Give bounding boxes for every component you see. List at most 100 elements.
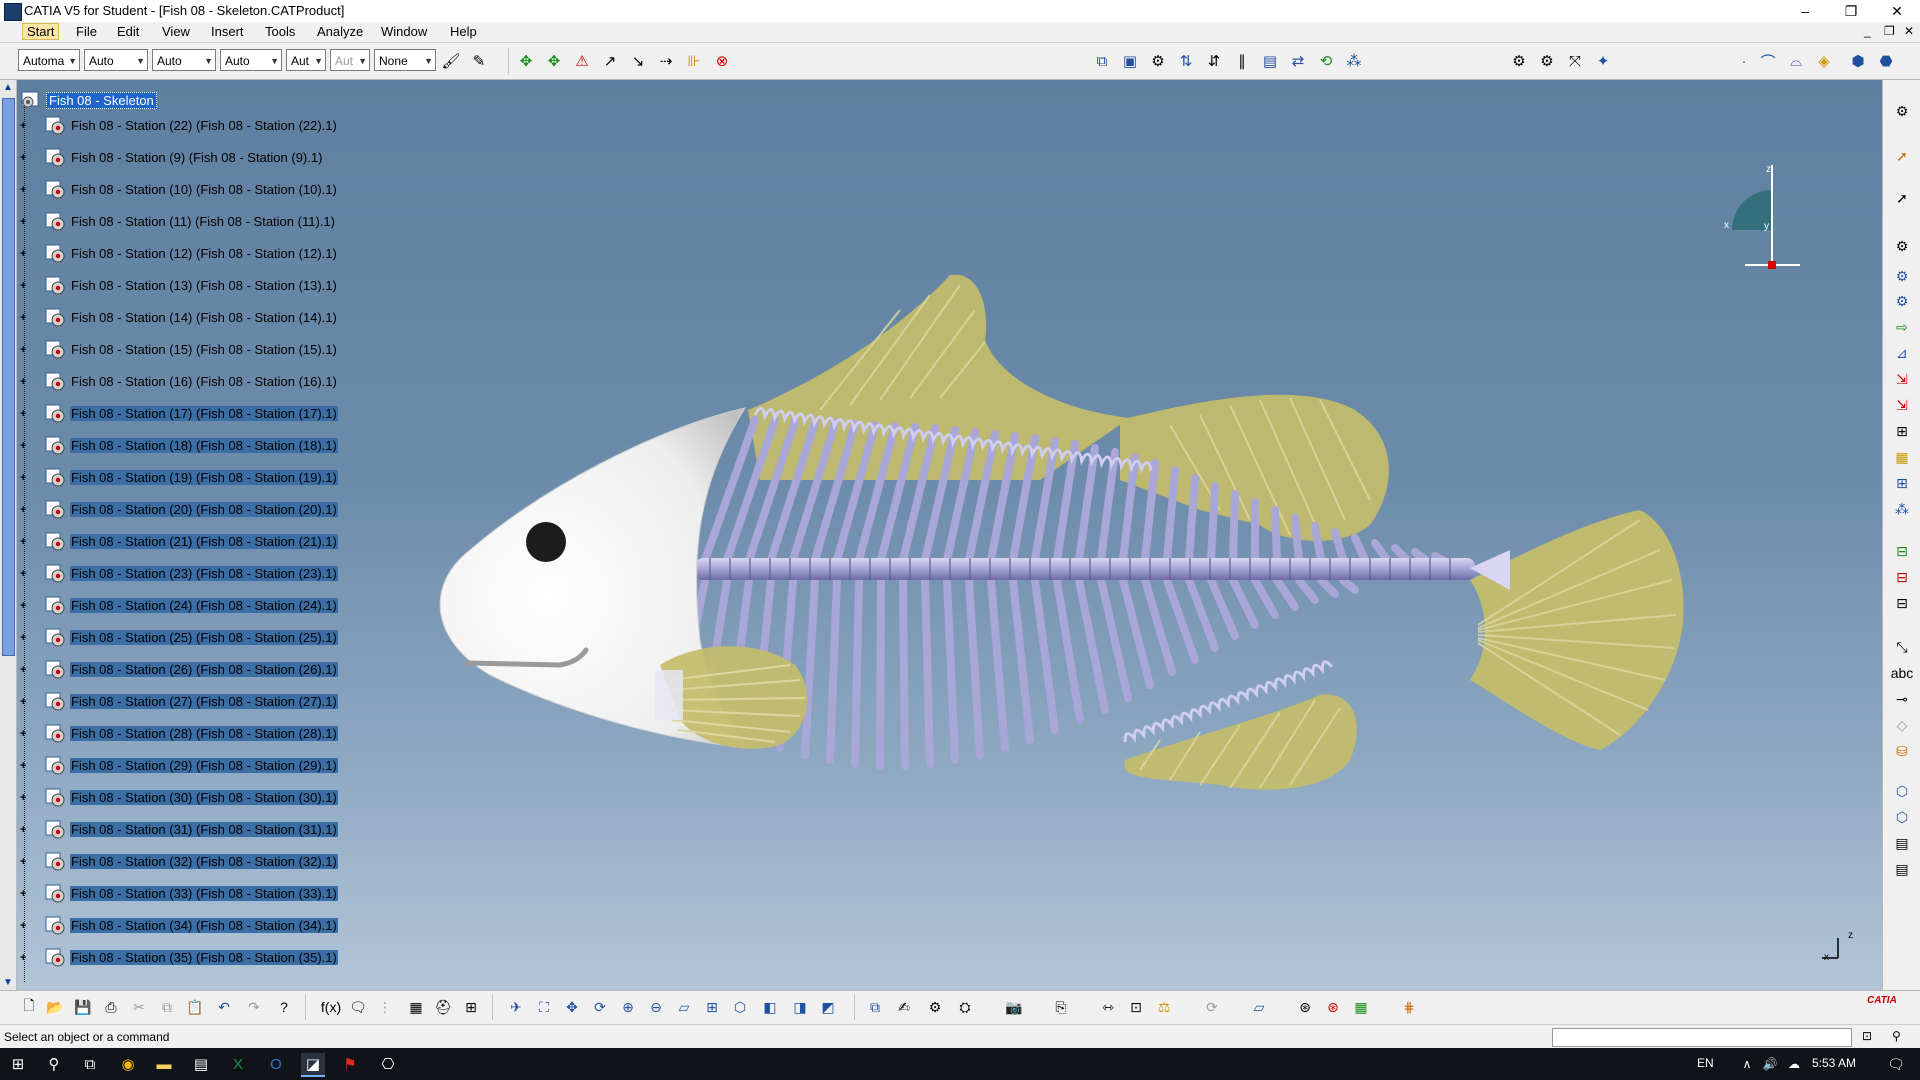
menu-edit[interactable]: Edit (113, 24, 143, 39)
update-icon[interactable]: ⊗ (711, 50, 733, 72)
save-icon[interactable]: 💾 (72, 996, 94, 1018)
sticky-notes-icon[interactable]: ▤ (189, 1053, 213, 1075)
flexible-subassembly-icon[interactable]: ▦ (1891, 446, 1913, 468)
new-file-icon[interactable]: 🗋 (18, 996, 40, 1018)
line-thickness-combo[interactable]: Auto ▼ (152, 49, 216, 71)
expand-icon[interactable]: + (20, 665, 29, 676)
expand-icon[interactable]: + (20, 217, 29, 228)
tree-item-label[interactable]: Fish 08 - Station (14) (Fish 08 - Statio… (70, 310, 338, 325)
explode-icon[interactable]: ⚠ (571, 50, 593, 72)
expand-icon[interactable]: + (20, 601, 29, 612)
tree-item-label[interactable]: Fish 08 - Station (9) (Fish 08 - Station… (70, 150, 323, 165)
menu-insert[interactable]: Insert (207, 24, 248, 39)
change-constraint-icon[interactable]: ⊞ (1891, 472, 1913, 494)
zoom-out-icon[interactable]: ⊖ (645, 996, 667, 1018)
fly-mode-icon[interactable]: ✈ (505, 996, 527, 1018)
tree-item-label[interactable]: Fish 08 - Station (21) (Fish 08 - Statio… (70, 534, 338, 549)
search-icon[interactable]: ⚲ (42, 1053, 66, 1075)
hide-show-icon[interactable]: ◨ (789, 996, 811, 1018)
cut-icon[interactable]: ✂ (128, 996, 150, 1018)
shading-icon[interactable]: ◧ (759, 996, 781, 1018)
compute-clash-icon[interactable]: ⎘ (1050, 996, 1072, 1018)
power-input-search-icon[interactable]: ⚲ (1892, 1029, 1901, 1043)
whats-this-icon[interactable]: ? (273, 996, 295, 1018)
expand-icon[interactable]: + (20, 729, 29, 740)
document-icon[interactable]: ▤ (1891, 858, 1913, 880)
tree-item-label[interactable]: Fish 08 - Station (29) (Fish 08 - Statio… (70, 758, 338, 773)
rendering-style-combo[interactable]: Aut ▼ (330, 49, 370, 71)
table-icon[interactable]: ▦ (405, 996, 427, 1018)
scroll-down-arrow-icon[interactable]: ▼ (3, 977, 13, 988)
expand-icon[interactable]: + (20, 185, 29, 196)
tree-item-label[interactable]: Fish 08 - Station (11) (Fish 08 - Statio… (70, 214, 336, 229)
menu-analyze[interactable]: Analyze (313, 24, 367, 39)
expand-icon[interactable]: + (20, 473, 29, 484)
normal-view-icon[interactable]: ⏥ (673, 996, 695, 1018)
catalog-browser-icon[interactable]: ⛑ (432, 996, 454, 1018)
scenes-icon[interactable]: ⛁ (1891, 740, 1913, 762)
offset-icon[interactable]: ⇨ (1891, 316, 1913, 338)
expand-icon[interactable]: + (20, 825, 29, 836)
flag-note-icon[interactable]: ⊸ (1891, 688, 1913, 710)
expand-icon[interactable]: + (20, 377, 29, 388)
update-all-icon[interactable]: ⟳ (1201, 996, 1223, 1018)
menu-window[interactable]: Window (377, 24, 431, 39)
gamepad-icon[interactable]: ⎔ (376, 1053, 400, 1075)
new-product-icon[interactable]: ▣ (1119, 50, 1141, 72)
file-explorer-icon[interactable]: ▬ (152, 1053, 176, 1075)
hole-icon[interactable]: ⊟ (1891, 566, 1913, 588)
fix-together-icon[interactable]: ⇲ (1891, 394, 1913, 416)
axis-system-icon[interactable]: ⊛ (1294, 996, 1316, 1018)
select-cursor-icon[interactable]: ➚ (1891, 145, 1913, 167)
macro-icon[interactable]: ⋮ (374, 996, 396, 1018)
weld-icon[interactable]: ◇ (1891, 714, 1913, 736)
painter-icon[interactable]: 🖌 (440, 50, 462, 72)
expand-icon[interactable]: + (20, 857, 29, 868)
tree-item-label[interactable]: Fish 08 - Station (32) (Fish 08 - Statio… (70, 854, 338, 869)
clash-icon[interactable]: ⚙ (1536, 50, 1558, 72)
surface-icon[interactable]: ⌓ (1785, 50, 1807, 72)
tree-item-label[interactable]: Fish 08 - Station (26) (Fish 08 - Statio… (70, 662, 338, 677)
open-folder-icon[interactable]: 📂 (44, 996, 66, 1018)
menu-tools[interactable]: Tools (261, 24, 299, 39)
expand-icon[interactable]: + (20, 409, 29, 420)
tree-item-label[interactable]: Fish 08 - Station (15) (Fish 08 - Statio… (70, 342, 338, 357)
measure-icon[interactable]: ✦ (1592, 50, 1614, 72)
tree-item-label[interactable]: Fish 08 - Station (18) (Fish 08 - Statio… (70, 438, 338, 453)
sectioning-icon[interactable]: ⚙ (1508, 50, 1530, 72)
tree-item-label[interactable]: Fish 08 - Station (25) (Fish 08 - Statio… (70, 630, 338, 645)
tree-item-label[interactable]: Fish 08 - Station (28) (Fish 08 - Statio… (70, 726, 338, 741)
select-trap-icon[interactable]: ➚ (1891, 187, 1913, 209)
apply-material-icon[interactable]: ⚙ (924, 996, 946, 1018)
pan-icon[interactable]: ✥ (561, 996, 583, 1018)
pocket-icon[interactable]: ⊟ (1891, 592, 1913, 614)
expand-icon[interactable]: + (20, 537, 29, 548)
measure-item-icon[interactable]: ⊡ (1125, 996, 1147, 1018)
expand-icon[interactable]: + (20, 953, 29, 964)
tree-root-label[interactable]: Fish 08 - Skeleton (46, 92, 157, 109)
new-part-icon[interactable]: ⚙ (1147, 50, 1169, 72)
catia-app-icon[interactable] (4, 3, 22, 21)
expand-icon[interactable]: + (20, 121, 29, 132)
power-input-field[interactable] (1552, 1028, 1852, 1047)
color-combo[interactable]: Automa ▼ (18, 49, 80, 71)
language-indicator[interactable]: EN (1697, 1056, 1714, 1070)
stop-manipulate-icon[interactable]: ↗ (599, 50, 621, 72)
tree-item-label[interactable]: Fish 08 - Station (33) (Fish 08 - Statio… (70, 886, 338, 901)
expand-icon[interactable]: + (20, 889, 29, 900)
expand-icon[interactable]: + (20, 313, 29, 324)
text-with-leader-icon[interactable]: abc (1891, 662, 1914, 684)
power-input-clear-icon[interactable]: ⊡ (1862, 1029, 1872, 1043)
tree-item-label[interactable]: Fish 08 - Station (35) (Fish 08 - Statio… (70, 950, 338, 965)
catia-taskbar-icon[interactable]: ◪ (301, 1053, 325, 1077)
publication-icon[interactable]: ▤ (1891, 832, 1913, 854)
taskbar-clock[interactable]: 5:53 AM (1812, 1056, 1856, 1070)
excel-icon[interactable]: X (226, 1053, 250, 1075)
split-icon[interactable]: ⊟ (1891, 540, 1913, 562)
expand-icon[interactable]: + (20, 249, 29, 260)
volume-icon[interactable]: 🔊 (1758, 1053, 1782, 1075)
copy-icon[interactable]: ⧉ (156, 996, 178, 1018)
coincidence-icon[interactable]: ⚙ (1891, 265, 1913, 287)
swap-visible-space-icon[interactable]: ◩ (817, 996, 839, 1018)
acrobat-icon[interactable]: ⚑ (338, 1053, 362, 1075)
